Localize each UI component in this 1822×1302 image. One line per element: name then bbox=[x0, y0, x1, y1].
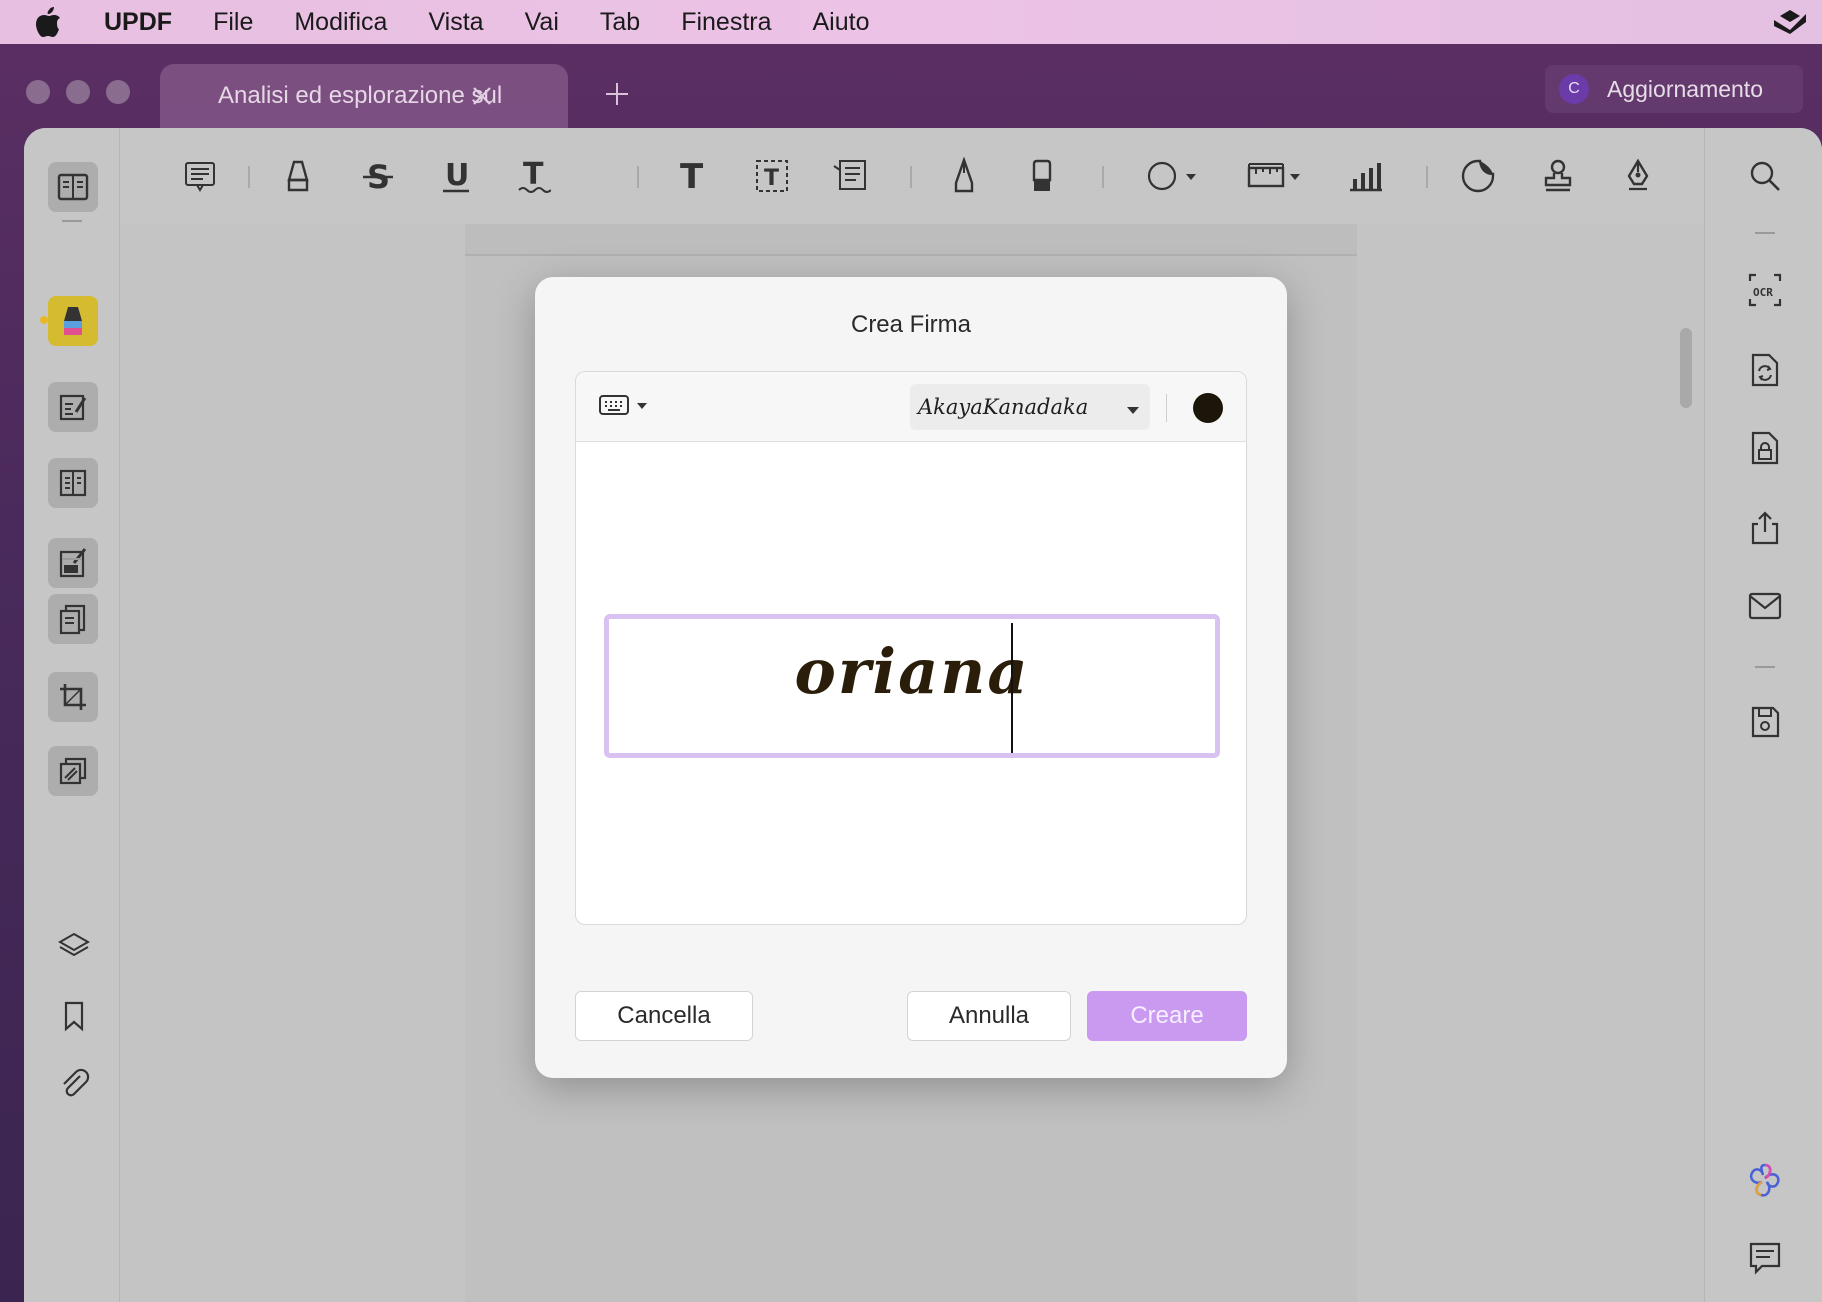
menu-vista[interactable]: Vista bbox=[428, 8, 483, 37]
chevron-down-icon bbox=[1126, 402, 1140, 414]
toolbar-divider bbox=[1102, 166, 1104, 188]
signature-pen-icon[interactable] bbox=[1616, 154, 1660, 198]
font-select[interactable]: AkayaKanadaka bbox=[910, 384, 1150, 430]
crop-icon[interactable] bbox=[48, 672, 98, 722]
keyboard-mode-button[interactable] bbox=[598, 394, 652, 420]
updf-status-icon[interactable] bbox=[1772, 6, 1808, 36]
menu-modifica[interactable]: Modifica bbox=[294, 8, 387, 37]
comments-icon[interactable] bbox=[1743, 1236, 1787, 1280]
eraser-icon[interactable] bbox=[1020, 154, 1064, 198]
text-icon[interactable]: T bbox=[670, 154, 714, 198]
toolbar-divider bbox=[1166, 394, 1167, 422]
form-icon[interactable] bbox=[48, 458, 98, 508]
upgrade-button[interactable]: C Aggiornamento bbox=[1545, 65, 1803, 113]
clear-button[interactable]: Cancella bbox=[575, 991, 753, 1041]
fill-sign-icon[interactable] bbox=[48, 538, 98, 588]
svg-text:OCR: OCR bbox=[1753, 286, 1773, 299]
signature-text: oriana bbox=[794, 635, 1030, 708]
active-indicator bbox=[40, 316, 48, 324]
toolbar-divider bbox=[637, 166, 639, 188]
attachment-icon[interactable] bbox=[54, 1064, 94, 1104]
create-button[interactable]: Creare bbox=[1087, 991, 1247, 1041]
chart-measure-icon[interactable] bbox=[1344, 154, 1388, 198]
annotation-toolbar: S U T T T bbox=[120, 128, 1704, 224]
text-box-icon[interactable]: T bbox=[750, 154, 794, 198]
stamp-icon[interactable] bbox=[1536, 154, 1580, 198]
right-sidebar: OCR bbox=[1704, 128, 1822, 1302]
signature-panel: AkayaKanadaka oriana bbox=[575, 371, 1247, 925]
upgrade-label: Aggiornamento bbox=[1607, 75, 1763, 102]
ink-color-picker[interactable] bbox=[1193, 393, 1223, 423]
toolbar-divider bbox=[248, 166, 250, 188]
reader-mode-icon[interactable] bbox=[48, 162, 98, 212]
window-minimize-button[interactable] bbox=[66, 80, 90, 104]
vertical-scrollbar[interactable] bbox=[1680, 328, 1692, 408]
save-icon[interactable] bbox=[1743, 700, 1787, 744]
email-icon[interactable] bbox=[1743, 584, 1787, 628]
menu-tab[interactable]: Tab bbox=[600, 8, 640, 37]
window-zoom-button[interactable] bbox=[106, 80, 130, 104]
squiggly-icon[interactable]: T bbox=[512, 154, 556, 198]
layers-icon[interactable] bbox=[54, 926, 94, 966]
window-close-button[interactable] bbox=[26, 80, 50, 104]
close-tab-icon[interactable] bbox=[468, 82, 496, 110]
search-icon[interactable] bbox=[1743, 154, 1787, 198]
text-caret bbox=[1011, 623, 1013, 753]
underline-icon[interactable]: U bbox=[434, 154, 478, 198]
apple-icon[interactable] bbox=[34, 6, 64, 38]
cancel-button[interactable]: Annulla bbox=[907, 991, 1071, 1041]
document-tab[interactable]: Analisi ed esplorazione sul bbox=[160, 64, 568, 128]
shape-circle-icon[interactable] bbox=[1146, 154, 1202, 198]
sidebar-divider bbox=[62, 558, 82, 560]
pencil-icon[interactable] bbox=[942, 154, 986, 198]
svg-text:U: U bbox=[445, 158, 469, 193]
measure-icon[interactable] bbox=[1246, 154, 1306, 198]
dialog-title: Crea Firma bbox=[850, 311, 971, 338]
toolbar-divider bbox=[910, 166, 912, 188]
svg-text:T: T bbox=[523, 158, 544, 192]
chevron-down-icon bbox=[636, 398, 648, 416]
signature-toolbar: AkayaKanadaka bbox=[576, 372, 1246, 442]
convert-icon[interactable] bbox=[1743, 348, 1787, 392]
user-avatar: C bbox=[1559, 74, 1589, 104]
signature-input[interactable]: oriana bbox=[604, 614, 1220, 758]
note-icon[interactable] bbox=[178, 154, 222, 198]
highlight-icon[interactable] bbox=[276, 154, 320, 198]
new-tab-icon[interactable] bbox=[603, 80, 631, 108]
menu-file[interactable]: File bbox=[213, 8, 253, 37]
sidebar-divider bbox=[62, 220, 82, 222]
font-select-value: AkayaKanadaka bbox=[918, 395, 1089, 419]
ai-assistant-icon[interactable] bbox=[1743, 1158, 1787, 1202]
toolbar-divider bbox=[1426, 166, 1428, 188]
share-icon[interactable] bbox=[1743, 506, 1787, 550]
svg-text:T: T bbox=[680, 158, 704, 194]
left-sidebar bbox=[24, 128, 120, 1302]
bookmark-icon[interactable] bbox=[54, 996, 94, 1036]
menu-vai[interactable]: Vai bbox=[525, 8, 559, 37]
create-signature-dialog: Crea Firma AkayaKanadaka oriana Cancella… bbox=[535, 277, 1287, 1078]
organize-pages-icon[interactable] bbox=[48, 594, 98, 644]
edit-pdf-icon[interactable] bbox=[48, 382, 98, 432]
protect-icon[interactable] bbox=[1743, 426, 1787, 470]
menu-aiuto[interactable]: Aiuto bbox=[813, 8, 870, 37]
watermark-icon[interactable] bbox=[48, 746, 98, 796]
sidebar-divider bbox=[1755, 232, 1775, 234]
sidebar-divider bbox=[1755, 666, 1775, 668]
svg-text:T: T bbox=[764, 166, 779, 191]
menu-app-name[interactable]: UPDF bbox=[104, 8, 172, 37]
keyboard-icon bbox=[598, 394, 630, 421]
strikethrough-icon[interactable]: S bbox=[356, 154, 400, 198]
menu-finestra[interactable]: Finestra bbox=[681, 8, 771, 37]
sticker-icon[interactable] bbox=[1456, 154, 1500, 198]
text-callout-icon[interactable] bbox=[828, 154, 872, 198]
comment-mode-icon[interactable] bbox=[48, 296, 98, 346]
ocr-icon[interactable]: OCR bbox=[1743, 268, 1787, 312]
menu-bar: UPDF File Modifica Vista Vai Tab Finestr… bbox=[0, 0, 1822, 44]
